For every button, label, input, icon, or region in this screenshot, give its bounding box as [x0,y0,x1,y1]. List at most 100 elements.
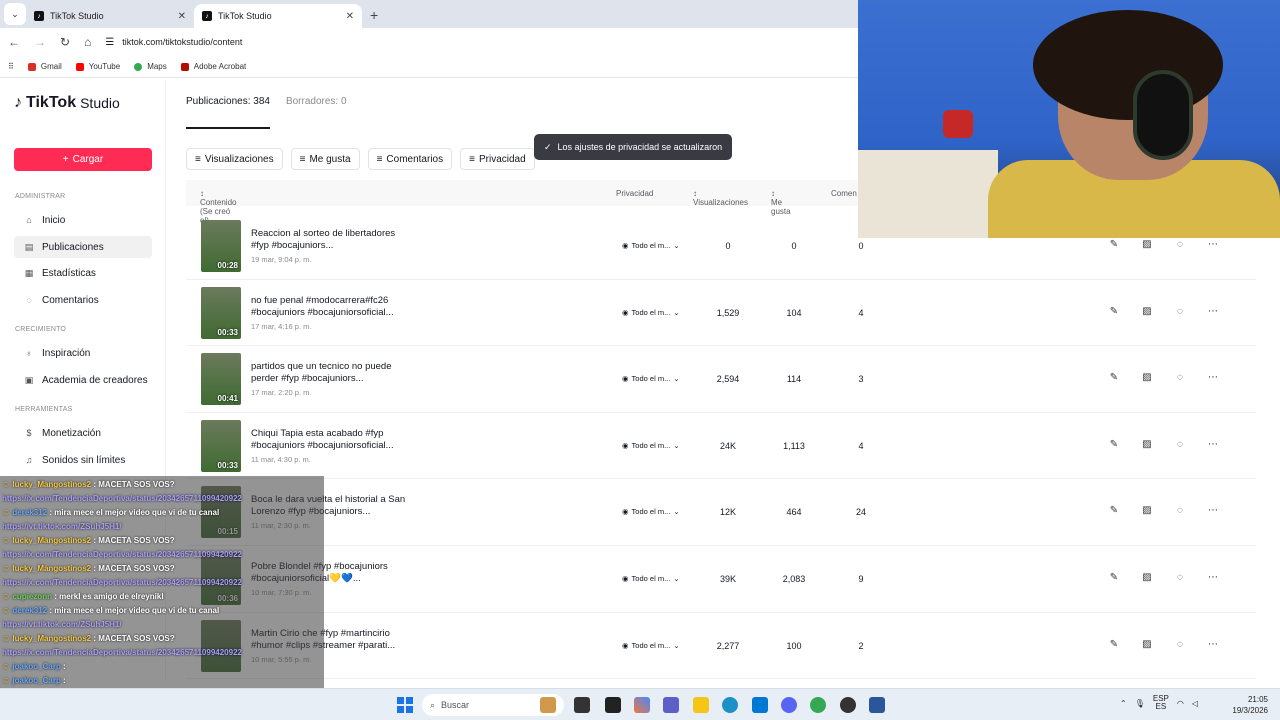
language-indicator[interactable]: ESP ES [1153,695,1169,711]
edit-pencil-icon[interactable]: ✎ [1108,572,1120,583]
table-row[interactable]: 00:41 partidos que un tecnico no puede p… [186,346,1256,413]
stats-icon[interactable]: ▨ [1141,239,1153,250]
video-title[interactable]: Chiqui Tapia esta acabado #fyp #bocajuni… [251,428,411,452]
table-row[interactable]: 00:33 no fue penal #modocarrera#fc26 #bo… [186,280,1256,347]
video-thumbnail[interactable]: 00:33 [201,419,241,472]
chat-link[interactable]: https://vt.tiktok.com/ZSuhJ5H1/ [2,522,122,531]
tiktok-studio-logo[interactable]: ♪ TikTok Studio [14,94,120,112]
sidebar-item-inspiracion[interactable]: ♁ Inspiración [14,342,152,364]
back-arrow-icon[interactable]: ← [8,35,20,49]
chat-link[interactable]: https://x.com/TendenciaDeportiva/status/… [2,648,242,657]
sidebar-item-inicio[interactable]: ⌂ Inicio [14,209,152,231]
col-content[interactable]: Contenido (Se creó el) ↕ [200,189,236,225]
windows-start-icon[interactable] [397,697,413,713]
obs-icon[interactable] [840,697,856,713]
chat-link[interactable]: https://x.com/TendenciaDeportiva/status/… [2,550,242,559]
tab-borradores[interactable]: Borradores: 0 [286,96,347,129]
chat-link[interactable]: https://x.com/TendenciaDeportiva/status/… [2,494,242,503]
upload-button[interactable]: + Cargar [14,148,152,171]
edit-pencil-icon[interactable]: ✎ [1108,239,1120,250]
home-icon[interactable]: ⌂ [84,35,91,49]
video-title[interactable]: Reaccion al sorteo de libertadores #fyp … [251,228,411,252]
sidebar-item-monetizacion[interactable]: $ Monetización [14,422,152,444]
stats-icon[interactable]: ▨ [1141,306,1153,317]
word-icon[interactable] [869,697,885,713]
stats-icon[interactable]: ▨ [1141,572,1153,583]
chat-link[interactable]: https://x.com/TendenciaDeportiva/status/… [2,578,242,587]
privacy-dropdown[interactable]: ◉ Todo el m... ⌄ [622,441,680,450]
stats-icon[interactable]: ▨ [1141,439,1153,450]
apps-grid-icon[interactable]: ⠿ [8,62,14,71]
chat-link[interactable]: https://vt.tiktok.com/ZSuhJ5H1/ [2,620,122,629]
edit-pencil-icon[interactable]: ✎ [1108,439,1120,450]
sidebar-item-comentarios[interactable]: ◌ Comentarios [14,289,152,311]
comment-bubble-icon[interactable]: ◌ [1174,639,1186,650]
table-row[interactable]: Martin Cirio che #fyp #martincirio #humo… [186,613,1256,680]
weather-icon[interactable] [540,697,556,713]
comment-bubble-icon[interactable]: ◌ [1174,439,1186,450]
edge-icon[interactable] [722,697,738,713]
sidebar-item-sonidos[interactable]: ♫ Sonidos sin límites [14,449,152,471]
discord-icon[interactable] [781,697,797,713]
close-icon[interactable]: ✕ [346,11,354,22]
filter-views[interactable]: ≡ Visualizaciones [186,148,283,170]
filter-privacy[interactable]: ≡ Privacidad [460,148,535,170]
privacy-dropdown[interactable]: ◉ Todo el m... ⌄ [622,308,680,317]
clock[interactable]: 21:05 19/3/2026 [1218,694,1268,716]
more-options-icon[interactable]: ⋯ [1207,306,1219,317]
comment-bubble-icon[interactable]: ◌ [1174,306,1186,317]
teams-icon[interactable] [663,697,679,713]
file-explorer-icon[interactable] [693,697,709,713]
bookmark-gmail[interactable]: Gmail [27,62,62,71]
more-options-icon[interactable]: ⋯ [1207,439,1219,450]
store-icon[interactable] [752,697,768,713]
comment-bubble-icon[interactable]: ◌ [1174,505,1186,516]
filter-comments[interactable]: ≡ Comentarios [367,148,453,170]
bookmark-youtube[interactable]: YouTube [75,62,120,71]
stats-icon[interactable]: ▨ [1141,505,1153,516]
filter-likes[interactable]: ≡ Me gusta [290,148,360,170]
privacy-dropdown[interactable]: ◉ Todo el m... ⌄ [622,241,680,250]
chevron-up-icon[interactable]: ⌃ [1120,699,1127,708]
tab-publicaciones[interactable]: Publicaciones: 384 [186,96,270,129]
privacy-dropdown[interactable]: ◉ Todo el m... ⌄ [622,507,680,516]
edit-pencil-icon[interactable]: ✎ [1108,505,1120,516]
comment-bubble-icon[interactable]: ◌ [1174,572,1186,583]
wifi-icon[interactable]: ◠ [1177,699,1184,708]
edit-pencil-icon[interactable]: ✎ [1108,639,1120,650]
stats-icon[interactable]: ▨ [1141,372,1153,383]
video-thumbnail[interactable]: 00:28 [201,220,241,272]
tab-list-chevron-icon[interactable]: ⌄ [4,3,26,25]
edit-pencil-icon[interactable]: ✎ [1108,372,1120,383]
video-thumbnail[interactable]: 00:33 [201,286,241,339]
privacy-dropdown[interactable]: ◉ Todo el m... ⌄ [622,374,680,383]
table-row[interactable]: 00:15 Boca le dara vuelta el historial a… [186,479,1256,546]
close-icon[interactable]: ✕ [178,11,186,22]
video-title[interactable]: partidos que un tecnico no puede perder … [251,361,411,385]
bookmark-acrobat[interactable]: Adobe Acrobat [180,62,246,71]
browser-tab[interactable]: ♪ TikTok Studio ✕ [26,4,194,28]
sidebar-item-publicaciones[interactable]: ▤ Publicaciones [14,236,152,258]
reload-icon[interactable]: ↻ [60,35,70,49]
comment-bubble-icon[interactable]: ◌ [1174,239,1186,250]
sidebar-item-academia[interactable]: ▣ Academia de creadores [14,369,152,391]
more-options-icon[interactable]: ⋯ [1207,639,1219,650]
chrome-icon[interactable] [810,697,826,713]
table-row[interactable]: 00:36 Pobre Blondel #fyp #bocajuniors #b… [186,546,1256,613]
bookmark-maps[interactable]: Maps [134,62,167,71]
forward-arrow-icon[interactable]: → [34,35,46,49]
privacy-dropdown[interactable]: ◉ Todo el m... ⌄ [622,574,680,583]
site-info-icon[interactable]: ☰ [105,37,114,48]
mic-icon[interactable]: 🎙 [1135,699,1145,708]
volume-icon[interactable]: ◁ [1192,699,1198,708]
new-tab-plus-icon[interactable]: + [370,7,378,23]
more-options-icon[interactable]: ⋯ [1207,505,1219,516]
capcut-icon[interactable] [605,697,621,713]
task-view-icon[interactable] [574,697,590,713]
stats-icon[interactable]: ▨ [1141,639,1153,650]
video-title[interactable]: no fue penal #modocarrera#fc26 #bocajuni… [251,295,411,319]
comment-bubble-icon[interactable]: ◌ [1174,372,1186,383]
copilot-icon[interactable] [634,697,650,713]
video-thumbnail[interactable]: 00:41 [201,353,241,406]
edit-pencil-icon[interactable]: ✎ [1108,306,1120,317]
